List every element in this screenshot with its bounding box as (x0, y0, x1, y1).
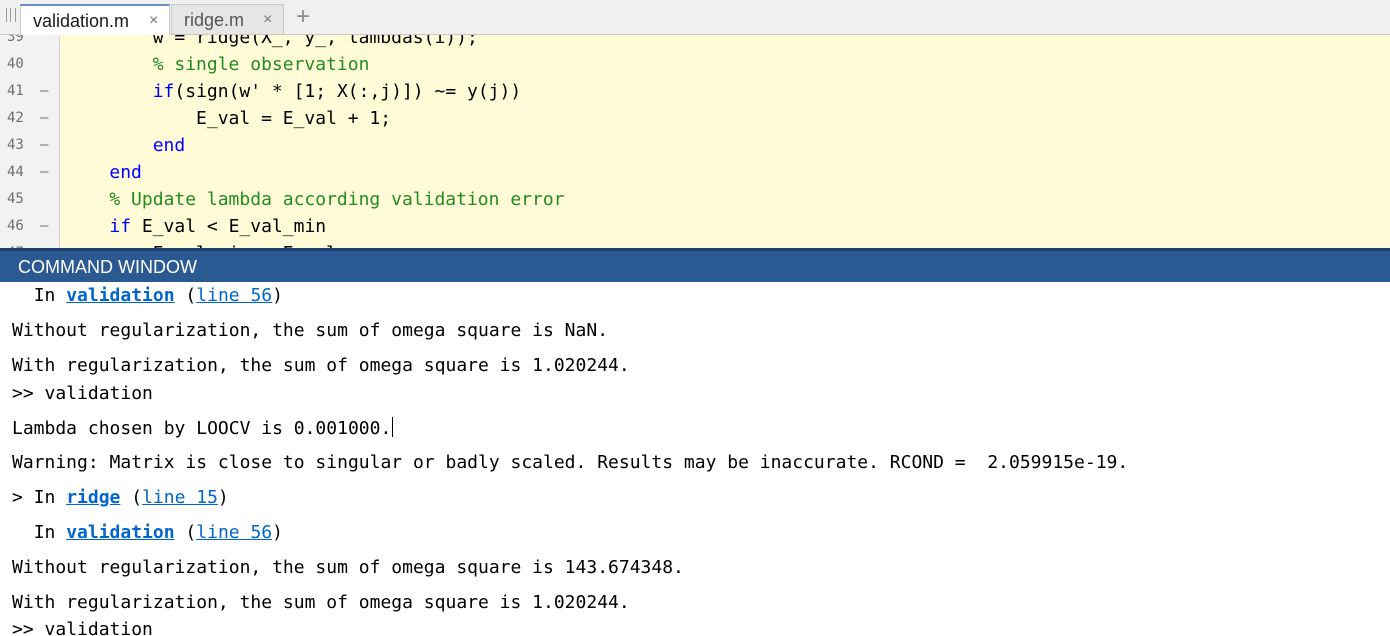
code-editor[interactable]: 39 w = ridge(X_, y_, lambdas(i)); 40 % si… (0, 35, 1390, 248)
command-window-header: COMMAND WINDOW (0, 248, 1390, 282)
output-line: With regularization, the sum of omega sq… (12, 355, 630, 376)
command-prompt-line: >> validation (12, 619, 153, 636)
code-text: if(sign(w' * [1; X(:,j)]) ~= y(j)) (66, 78, 521, 105)
code-text: end (66, 159, 142, 186)
function-link[interactable]: validation (66, 285, 174, 306)
output-line: Without regularization, the sum of omega… (12, 557, 684, 578)
line-number: 40 (7, 56, 24, 72)
breakpoint-marker[interactable]: — (40, 78, 48, 105)
code-token: E_val < E_val_min (131, 216, 327, 237)
tab-label: validation.m (33, 11, 130, 31)
code-token: % single observation (66, 54, 370, 75)
tab-ridge-m[interactable]: ridge.m × (171, 4, 284, 35)
code-text: % Update lambda according validation err… (66, 186, 565, 213)
code-token: end (109, 162, 142, 183)
code-text: if E_val < E_val_min (66, 213, 326, 240)
text-cursor (392, 417, 394, 437)
code-line[interactable]: 39 w = ridge(X_, y_, lambdas(i)); (0, 35, 1390, 51)
line-link[interactable]: line 56 (196, 285, 272, 306)
code-text: E_val_min = E_val; (66, 240, 348, 248)
code-token: (sign(w' * [1; X(:,j)]) ~= y(j)) (174, 81, 522, 102)
line-number: 43 (7, 137, 24, 153)
code-line[interactable]: 43 — end (0, 132, 1390, 159)
code-line[interactable]: 40 % single observation (0, 51, 1390, 78)
close-icon[interactable]: × (263, 11, 272, 29)
code-text: end (66, 132, 186, 159)
output-line: > In ridge (line 15) (12, 487, 229, 508)
editor-tab-bar: validation.m × ridge.m × + (0, 0, 1390, 35)
code-token: if (109, 216, 132, 237)
breakpoint-marker[interactable]: — (40, 159, 48, 186)
code-token: if (152, 81, 175, 102)
output-line: Without regularization, the sum of omega… (12, 320, 609, 341)
line-link[interactable]: line 15 (142, 487, 218, 508)
tab-label: ridge.m (184, 10, 245, 30)
code-token: E_val = E_val + 1; (66, 108, 392, 129)
command-window-output[interactable]: In validation (line 56) Without regulari… (0, 282, 1390, 636)
code-text: E_val = E_val + 1; (66, 105, 391, 132)
code-token: w = ridge(X_, y_, lambdas(i)); (66, 35, 478, 48)
code-line[interactable]: 42 — E_val = E_val + 1; (0, 105, 1390, 132)
breakpoint-marker[interactable]: — (40, 105, 48, 132)
line-number: 46 (7, 218, 24, 234)
output-line: In validation (line 56) (33, 522, 283, 543)
drag-handle-icon[interactable] (6, 8, 16, 22)
line-number: 42 (7, 110, 24, 126)
output-line: In validation (line 56) (33, 285, 283, 306)
code-text: % single observation (66, 51, 370, 78)
tab-validation-m[interactable]: validation.m × (20, 4, 170, 35)
code-line[interactable]: 45 % Update lambda according validation … (0, 186, 1390, 213)
breakpoint-marker[interactable]: — (40, 132, 48, 159)
command-window-title: COMMAND WINDOW (18, 257, 197, 277)
code-text: w = ridge(X_, y_, lambdas(i)); (66, 35, 478, 51)
line-number: 41 (7, 83, 24, 99)
command-prompt-line: >> validation (12, 383, 153, 404)
line-number: 45 (7, 191, 24, 207)
output-line: Lambda chosen by LOOCV is 0.001000. (12, 417, 394, 439)
code-line[interactable]: 46 — if E_val < E_val_min (0, 213, 1390, 240)
breakpoint-marker[interactable]: — (40, 213, 48, 240)
add-tab-icon[interactable]: + (296, 3, 310, 31)
function-link[interactable]: ridge (66, 487, 120, 508)
code-line[interactable]: 44 — end (0, 159, 1390, 186)
line-number: 44 (7, 164, 24, 180)
code-token: end (152, 135, 186, 156)
code-token: % Update lambda according validation err… (66, 189, 565, 210)
line-link[interactable]: line 56 (196, 522, 272, 543)
code-line[interactable]: 47 E_val_min = E_val; (0, 240, 1390, 248)
line-number: 47 (7, 240, 37, 248)
function-link[interactable]: validation (66, 522, 174, 543)
output-line: With regularization, the sum of omega sq… (12, 592, 630, 613)
warning-line: Warning: Matrix is close to singular or … (12, 452, 1129, 473)
code-line[interactable]: 41 — if(sign(w' * [1; X(:,j)]) ~= y(j)) (0, 78, 1390, 105)
close-icon[interactable]: × (149, 12, 158, 30)
line-number: 39 (7, 35, 24, 45)
